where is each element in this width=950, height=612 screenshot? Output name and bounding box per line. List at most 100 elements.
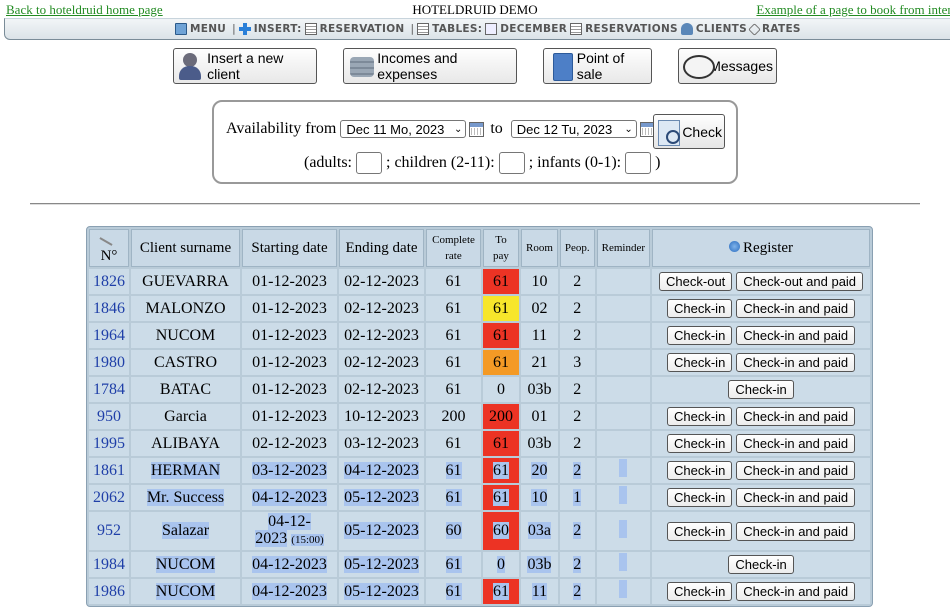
children-input[interactable]	[498, 152, 525, 174]
check-in-paid-button[interactable]: Check-in and paid	[736, 299, 856, 318]
reminder-marker	[619, 553, 628, 571]
reservation-link[interactable]: 1986	[93, 583, 125, 600]
tables-menu[interactable]: TABLES:	[417, 23, 482, 35]
reservation-link[interactable]: 950	[97, 408, 121, 425]
col-number[interactable]: N°	[89, 229, 129, 267]
check-out-paid-button[interactable]: Check-out and paid	[736, 272, 864, 291]
check-in-paid-button[interactable]: Check-in and paid	[736, 582, 856, 601]
check-in-paid-button[interactable]: Check-in and paid	[736, 353, 856, 372]
row-end: 05-12-2023	[339, 552, 424, 577]
incomes-expenses-button[interactable]: Incomes and expenses	[343, 48, 517, 84]
row-rate: 61	[426, 323, 481, 348]
reservation-link[interactable]: 1826	[93, 273, 125, 290]
reservation-link[interactable]: 1984	[93, 556, 125, 573]
row-start-line1: 04-12-	[268, 513, 311, 530]
tables-clients-item[interactable]: CLIENTS	[680, 23, 747, 35]
point-of-sale-label: Point of sale	[576, 50, 625, 82]
check-in-paid-button[interactable]: Check-in and paid	[736, 521, 856, 541]
tables-reservations-item[interactable]: RESERVATIONS	[570, 23, 678, 35]
row-people: 2	[559, 512, 595, 550]
menu-item[interactable]: MENU	[175, 23, 226, 35]
row-topay: 61	[483, 485, 519, 510]
row-reminder	[596, 404, 651, 429]
check-in-button[interactable]: Check-in	[667, 353, 733, 372]
check-in-paid-button[interactable]: Check-in and paid	[736, 407, 856, 426]
from-date-select[interactable]: Dec 11 Mo, 2023 ⌄	[340, 120, 467, 138]
check-availability-button[interactable]: Check	[653, 114, 725, 149]
reservation-link[interactable]: 952	[97, 522, 121, 539]
main-menubar: MENU | INSERT: RESERVATION | TABLES: DEC…	[4, 18, 950, 40]
row-reminder	[596, 350, 651, 375]
check-in-button[interactable]: Check-in	[728, 380, 794, 399]
check-in-button[interactable]: Check-in	[667, 326, 733, 345]
infants-input[interactable]	[625, 152, 652, 174]
availability-dates-row: Availability from Dec 11 Mo, 2023 ⌄ to De…	[226, 120, 655, 138]
adults-input[interactable]	[356, 152, 382, 174]
reservation-link[interactable]: 2062	[93, 489, 125, 506]
check-in-button[interactable]: Check-in	[667, 299, 733, 318]
reservations-label: RESERVATIONS	[585, 23, 678, 35]
row-surname: ALIBAYA	[131, 431, 240, 456]
row-end-text: 05-12-2023	[344, 555, 419, 573]
insert-menu[interactable]: INSERT:	[238, 23, 302, 35]
row-start-text: 04-12-2023	[252, 555, 327, 573]
row-id: 952	[89, 512, 129, 550]
row-id: 1826	[89, 269, 129, 294]
reservation-link[interactable]: 1964	[93, 327, 125, 344]
table-row: 1984 NUCOM 04-12-2023 05-12-2023 61 0 03…	[89, 552, 871, 577]
example-booking-link[interactable]: Example of a page to book from interne	[756, 2, 950, 18]
check-in-paid-button[interactable]: Check-in and paid	[736, 461, 856, 480]
point-of-sale-button[interactable]: Point of sale	[543, 48, 652, 84]
from-date-value: Dec 11 Mo, 2023	[346, 121, 445, 137]
reservations-table: N° Client surname Starting date Ending d…	[86, 226, 874, 607]
row-people: 2	[559, 323, 595, 348]
to-date-select[interactable]: Dec 12 Tu, 2023 ⌄	[510, 120, 637, 138]
row-surname: CASTRO	[131, 350, 240, 375]
row-people: 2	[559, 552, 595, 577]
insert-reservation-item[interactable]: RESERVATION	[304, 23, 405, 35]
insert-new-client-button[interactable]: Insert a new client	[173, 48, 317, 84]
tables-rates-item[interactable]: RATES	[748, 22, 801, 36]
check-in-button[interactable]: Check-in	[728, 555, 794, 574]
reservation-link[interactable]: 1861	[93, 462, 125, 479]
reservation-link[interactable]: 1784	[93, 381, 125, 398]
row-people-text: 2	[573, 461, 582, 479]
calendar-icon[interactable]	[469, 121, 485, 137]
row-end: 03-12-2023	[339, 431, 424, 456]
check-in-button[interactable]: Check-in	[667, 407, 733, 426]
check-in-paid-button[interactable]: Check-in and paid	[736, 326, 856, 345]
availability-panel: Availability from Dec 11 Mo, 2023 ⌄ to De…	[212, 100, 738, 184]
row-reminder	[596, 512, 651, 550]
row-surname: NUCOM	[131, 579, 240, 604]
messages-button[interactable]: Messages	[678, 48, 777, 84]
check-in-button[interactable]: Check-in	[667, 434, 733, 453]
reservation-link[interactable]: 1980	[93, 354, 125, 371]
row-reminder	[596, 269, 651, 294]
check-in-button[interactable]: Check-in	[667, 582, 733, 601]
row-rate: 61	[426, 485, 481, 510]
check-in-button[interactable]: Check-in	[667, 488, 733, 507]
row-register: Check-in Check-in and paid	[652, 485, 871, 510]
row-register: Check-in Check-in and paid	[652, 512, 871, 550]
check-in-button[interactable]: Check-in	[667, 521, 733, 541]
col-to-pay: To pay	[483, 229, 519, 267]
reservation-link[interactable]: 1995	[93, 435, 125, 452]
incomes-expenses-label: Incomes and expenses	[377, 50, 458, 82]
check-in-button[interactable]: Check-in	[667, 461, 733, 480]
col-surname: Client surname	[131, 229, 240, 267]
row-start-time: (15:00)	[291, 534, 324, 546]
availability-from-label: Availability from	[226, 120, 337, 137]
check-in-paid-button[interactable]: Check-in and paid	[736, 488, 856, 507]
col-start: Starting date	[242, 229, 337, 267]
row-start: 01-12-2023	[242, 404, 337, 429]
reservation-link[interactable]: 1846	[93, 300, 125, 317]
to-date-value: Dec 12 Tu, 2023	[516, 121, 613, 137]
row-room-text: 11	[531, 582, 548, 600]
row-start: 04-12-2023	[242, 552, 337, 577]
check-out-button[interactable]: Check-out	[659, 272, 733, 291]
row-rate-text: 60	[445, 522, 462, 539]
row-room: 02	[521, 296, 558, 321]
top-bar: Back to hoteldruid home page HOTELDRUID …	[0, 0, 950, 18]
check-in-paid-button[interactable]: Check-in and paid	[736, 434, 856, 453]
tables-december-item[interactable]: DECEMBER	[485, 23, 567, 35]
